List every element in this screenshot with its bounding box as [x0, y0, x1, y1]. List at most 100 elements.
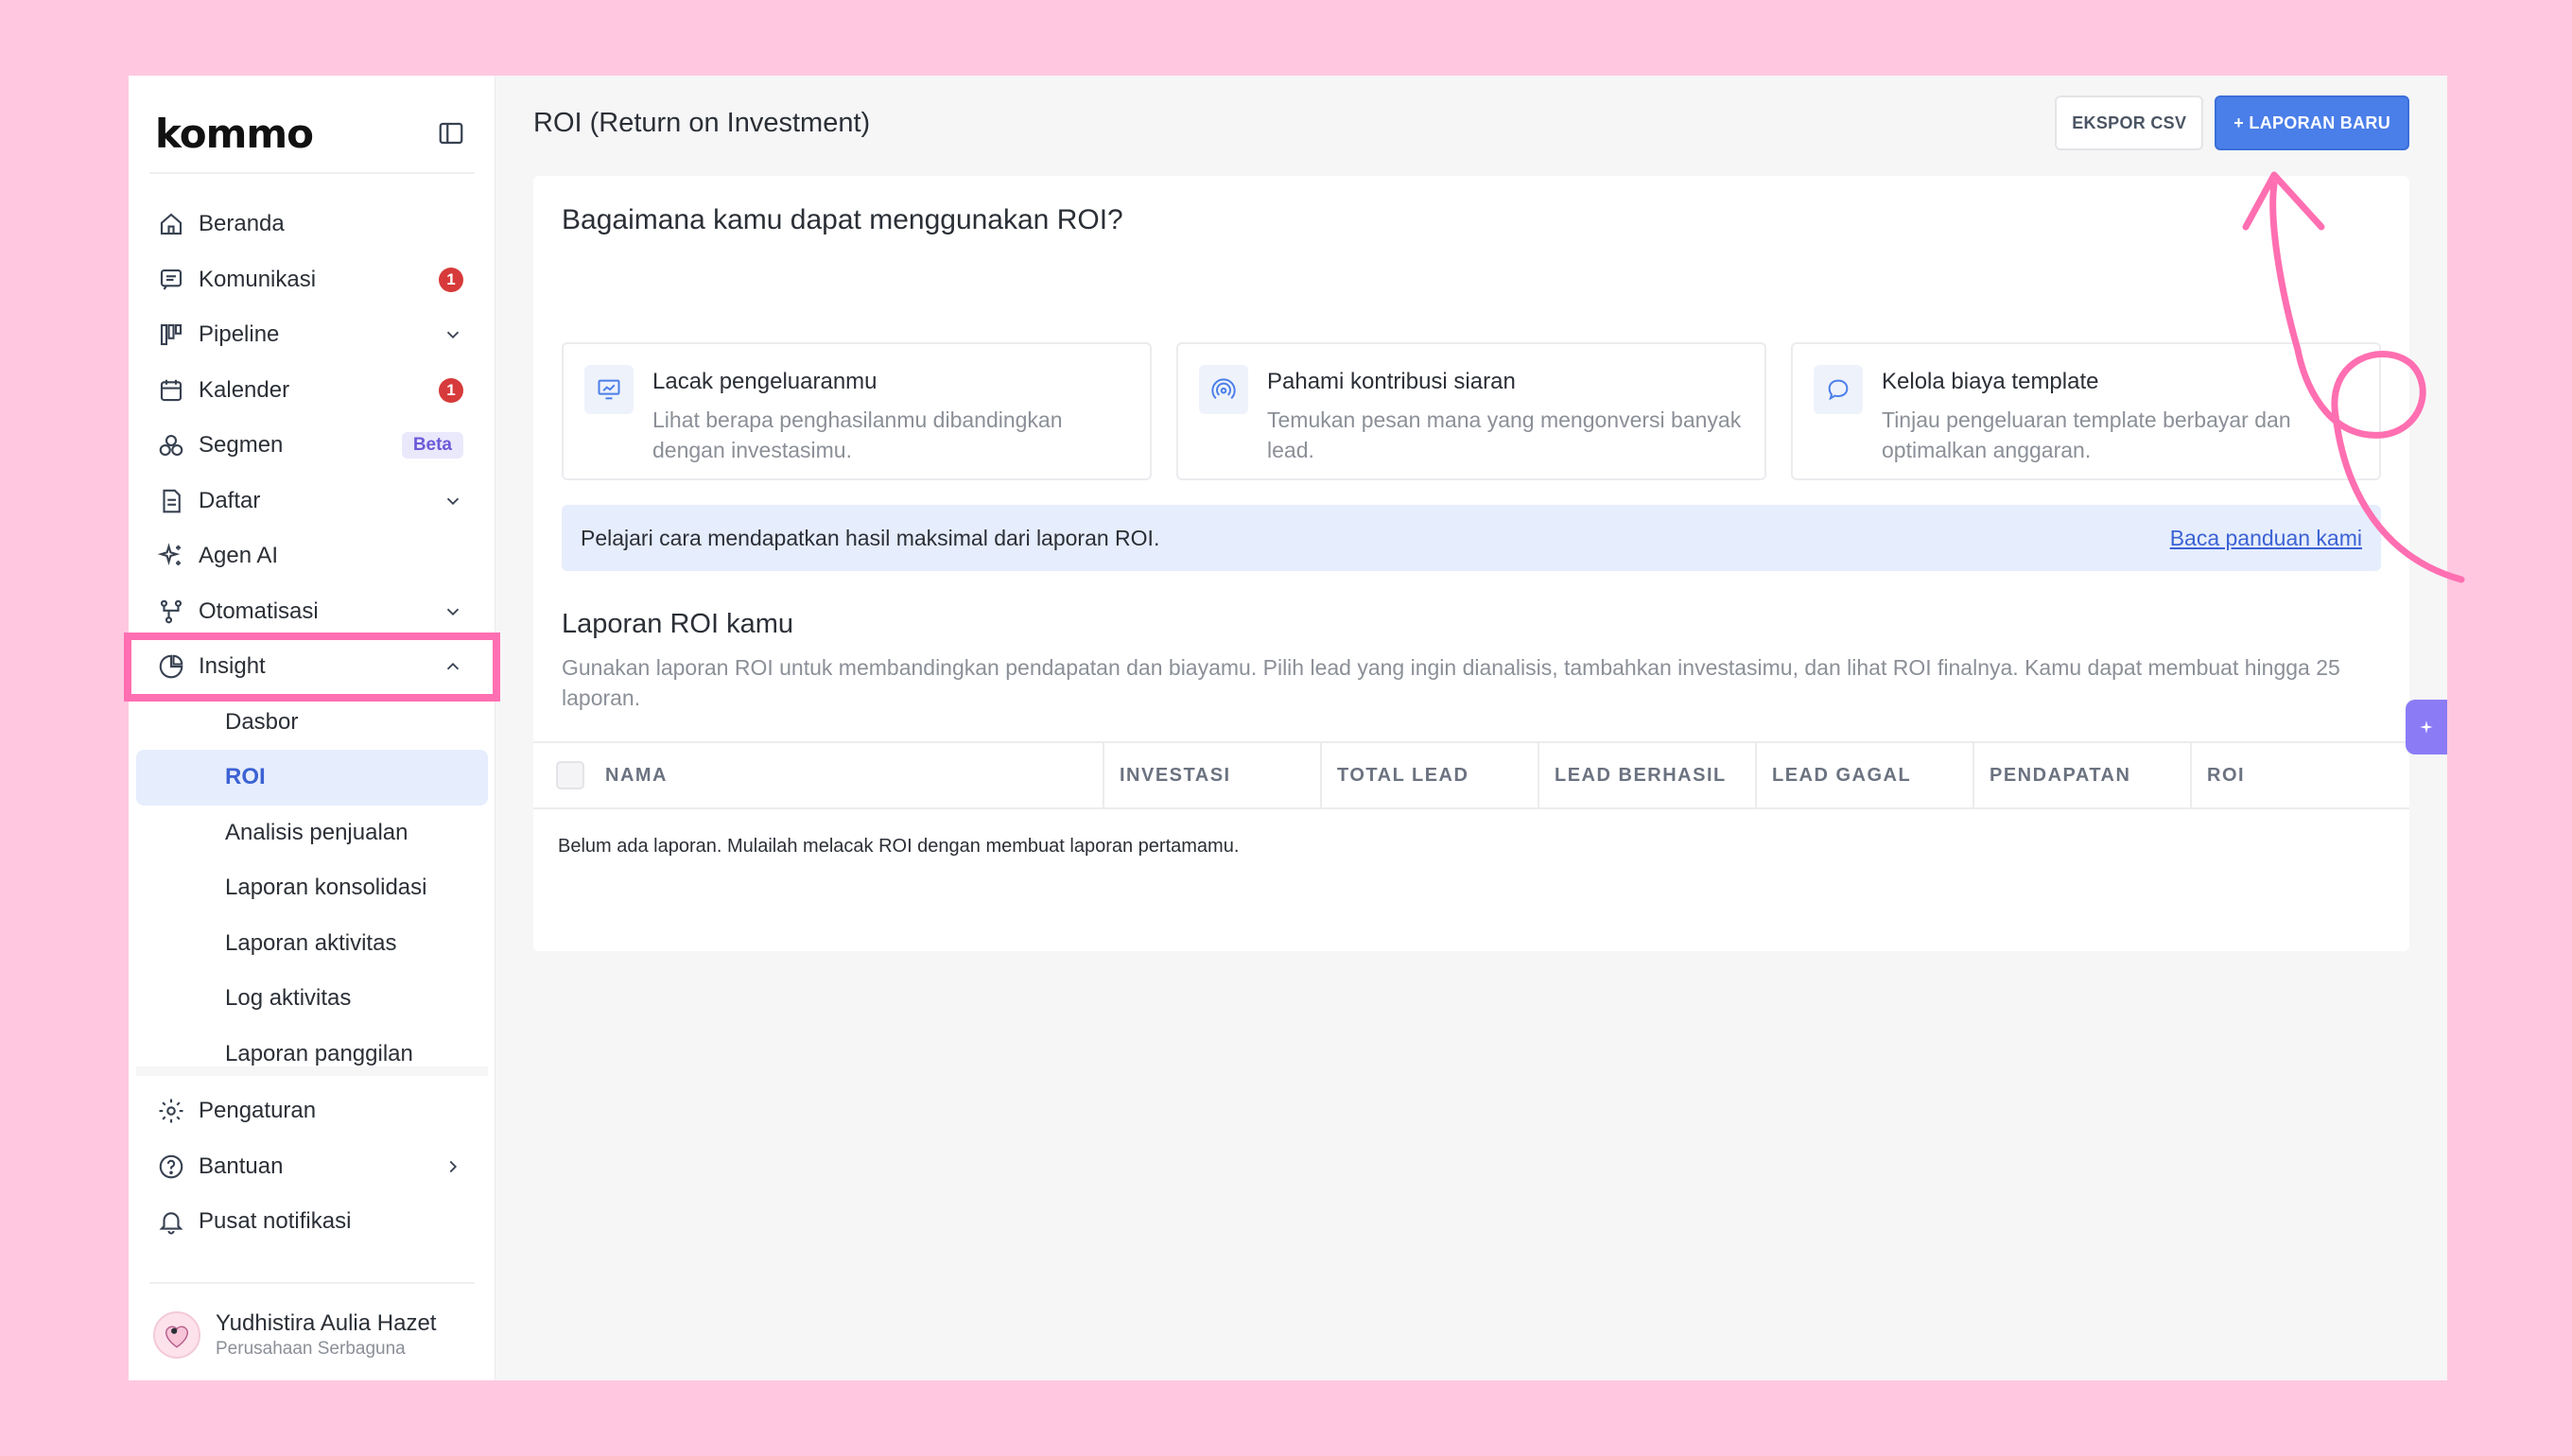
sidebar-subitem-roi[interactable]: ROI	[136, 750, 488, 806]
sidebar-toggle-icon[interactable]	[437, 119, 465, 147]
assistant-side-tab[interactable]	[2406, 700, 2447, 754]
sidebar-item-label: Daftar	[199, 487, 261, 513]
feature-text: Kelola biaya template Tinjau pengeluaran…	[1882, 365, 2358, 478]
feature-card: Pahami kontribusi siaran Temukan pesan m…	[1176, 342, 1766, 480]
sidebar: kommo Beranda Komunikasi 1 Pipeline Kale…	[124, 76, 500, 1380]
sidebar-subitem-log-aktivitas[interactable]: Log aktivitas	[136, 971, 488, 1027]
sidebar-item-segmen[interactable]: Segmen Beta	[136, 418, 488, 474]
export-csv-button[interactable]: EKSPOR CSV	[2055, 95, 2204, 150]
list-icon	[163, 489, 181, 513]
bell-icon	[159, 1212, 183, 1235]
main-nav: Beranda Komunikasi 1 Pipeline Kalender 1…	[124, 197, 500, 1082]
heart-avatar-icon	[165, 1326, 189, 1348]
sidebar-item-pengaturan[interactable]: Pengaturan	[136, 1083, 488, 1139]
info-text: Pelajari cara mendapatkan hasil maksimal…	[581, 525, 1160, 550]
chevron-down-icon[interactable]	[443, 491, 463, 511]
avatar	[153, 1311, 200, 1359]
user-profile[interactable]: Yudhistira Aulia Hazet Perusahaan Serbag…	[149, 1282, 475, 1367]
bottom-nav: Pengaturan Bantuan Pusat notifikasi	[136, 1066, 488, 1250]
segments-icon	[159, 435, 183, 457]
sidebar-subitem-laporan-aktivitas[interactable]: Laporan aktivitas	[136, 916, 488, 972]
top-bar: ROI (Return on Investment) EKSPOR CSV + …	[495, 76, 2447, 170]
chat-bubble-icon	[1814, 365, 1863, 414]
feature-text: Pahami kontribusi siaran Temukan pesan m…	[1267, 365, 1744, 478]
home-icon	[160, 213, 182, 235]
sidebar-item-label: Kalender	[199, 376, 290, 403]
feature-title: Kelola biaya template	[1882, 369, 2099, 394]
column-header-total-lead[interactable]: TOTAL LEAD	[1322, 743, 1539, 807]
sidebar-item-beranda[interactable]: Beranda	[136, 197, 488, 252]
guide-link[interactable]: Baca panduan kami	[2170, 526, 2362, 551]
beta-badge: Beta	[401, 432, 463, 459]
sidebar-item-label: Agen AI	[199, 543, 279, 569]
column-header-lead-gagal[interactable]: LEAD GAGAL	[1757, 743, 1974, 807]
profile-text: Yudhistira Aulia Hazet Perusahaan Serbag…	[216, 1310, 436, 1360]
sidebar-item-label: Bantuan	[199, 1153, 284, 1179]
main-content: ROI (Return on Investment) EKSPOR CSV + …	[495, 76, 2447, 1380]
monitor-chart-icon	[584, 365, 634, 414]
chevron-down-icon[interactable]	[443, 324, 463, 345]
table-header: NAMA INVESTASI TOTAL LEAD LEAD BERHASIL …	[533, 741, 2409, 809]
logo-row: kommo	[149, 98, 475, 174]
sidebar-item-label: Pipeline	[199, 321, 280, 348]
automation-icon	[160, 599, 182, 624]
notification-badge: 1	[439, 377, 463, 403]
feature-card: Kelola biaya template Tinjau pengeluaran…	[1791, 342, 2381, 480]
sidebar-item-label: Pengaturan	[199, 1098, 317, 1124]
column-label: NAMA	[605, 764, 668, 786]
pipeline-icon	[160, 324, 182, 346]
reports-card: Laporan ROI kamu Gunakan laporan ROI unt…	[533, 577, 2409, 951]
sidebar-item-label: Insight	[199, 653, 266, 680]
sidebar-item-label: Segmen	[199, 432, 284, 459]
pie-chart-icon	[159, 654, 183, 679]
sidebar-item-kalender[interactable]: Kalender 1	[136, 363, 488, 419]
profile-name: Yudhistira Aulia Hazet	[216, 1310, 437, 1336]
sidebar-subitem-laporan-konsolidasi[interactable]: Laporan konsolidasi	[136, 860, 488, 916]
sidebar-item-insight[interactable]: Insight	[124, 633, 500, 702]
sidebar-subitem-analisis-penjualan[interactable]: Analisis penjualan	[136, 806, 488, 861]
help-icon	[159, 1154, 183, 1179]
sparkle-icon	[2420, 720, 2433, 734]
sidebar-item-label: Beranda	[199, 211, 285, 237]
feature-title: Pahami kontribusi siaran	[1267, 369, 1516, 394]
sidebar-item-daftar[interactable]: Daftar	[136, 474, 488, 529]
app-window: kommo Beranda Komunikasi 1 Pipeline Kale…	[124, 76, 2447, 1380]
kommo-logo[interactable]: kommo	[149, 111, 314, 157]
column-header-pendapatan[interactable]: PENDAPATAN	[1974, 743, 2192, 807]
notification-badge: 1	[439, 267, 463, 292]
header-actions: EKSPOR CSV + LAPORAN BARU	[2055, 95, 2409, 150]
new-report-button[interactable]: + LAPORAN BARU	[2215, 95, 2409, 150]
profile-company: Perusahaan Serbaguna	[216, 1339, 406, 1359]
feature-list: Lacak pengeluaranmu Lihat berapa penghas…	[562, 342, 2381, 480]
page-title: ROI (Return on Investment)	[533, 107, 871, 138]
sidebar-item-bantuan[interactable]: Bantuan	[136, 1139, 488, 1195]
chevron-up-icon[interactable]	[443, 656, 463, 677]
reports-title: Laporan ROI kamu	[562, 609, 794, 639]
sidebar-item-komunikasi[interactable]: Komunikasi 1	[136, 252, 488, 308]
how-to-card: Bagaimana kamu dapat menggunakan ROI? La…	[533, 176, 2409, 616]
feature-card: Lacak pengeluaranmu Lihat berapa penghas…	[562, 342, 1152, 480]
column-header-investasi[interactable]: INVESTASI	[1104, 743, 1322, 807]
chevron-down-icon[interactable]	[443, 601, 463, 622]
feature-text: Lacak pengeluaranmu Lihat berapa penghas…	[652, 365, 1129, 478]
calendar-icon	[160, 379, 182, 401]
sidebar-item-otomatisasi[interactable]: Otomatisasi	[136, 584, 488, 640]
sidebar-item-label: Pusat notifikasi	[199, 1208, 352, 1235]
sidebar-item-pipeline[interactable]: Pipeline	[136, 307, 488, 363]
broadcast-icon	[1199, 365, 1248, 414]
sidebar-item-label: Komunikasi	[199, 266, 317, 292]
chevron-right-icon[interactable]	[443, 1156, 463, 1177]
empty-state-text: Belum ada laporan. Mulailah melacak ROI …	[558, 836, 1240, 857]
sidebar-item-pusat-notifikasi[interactable]: Pusat notifikasi	[136, 1194, 488, 1250]
select-all-checkbox[interactable]	[556, 761, 584, 789]
feature-title: Lacak pengeluaranmu	[652, 369, 878, 394]
sidebar-subitem-dasbor[interactable]: Dasbor	[136, 695, 488, 751]
reports-subtitle: Gunakan laporan ROI untuk membandingkan …	[562, 655, 2340, 710]
how-to-title: Bagaimana kamu dapat menggunakan ROI?	[562, 204, 1123, 235]
sidebar-item-label: Otomatisasi	[199, 598, 319, 624]
sidebar-item-agen-ai[interactable]: Agen AI	[136, 529, 488, 584]
feature-desc: Tinjau pengeluaran template berbayar dan…	[1882, 407, 2291, 462]
column-header-nama[interactable]: NAMA	[533, 743, 1104, 807]
column-header-roi[interactable]: ROI	[2192, 743, 2409, 807]
column-header-lead-berhasil[interactable]: LEAD BERHASIL	[1539, 743, 1757, 807]
